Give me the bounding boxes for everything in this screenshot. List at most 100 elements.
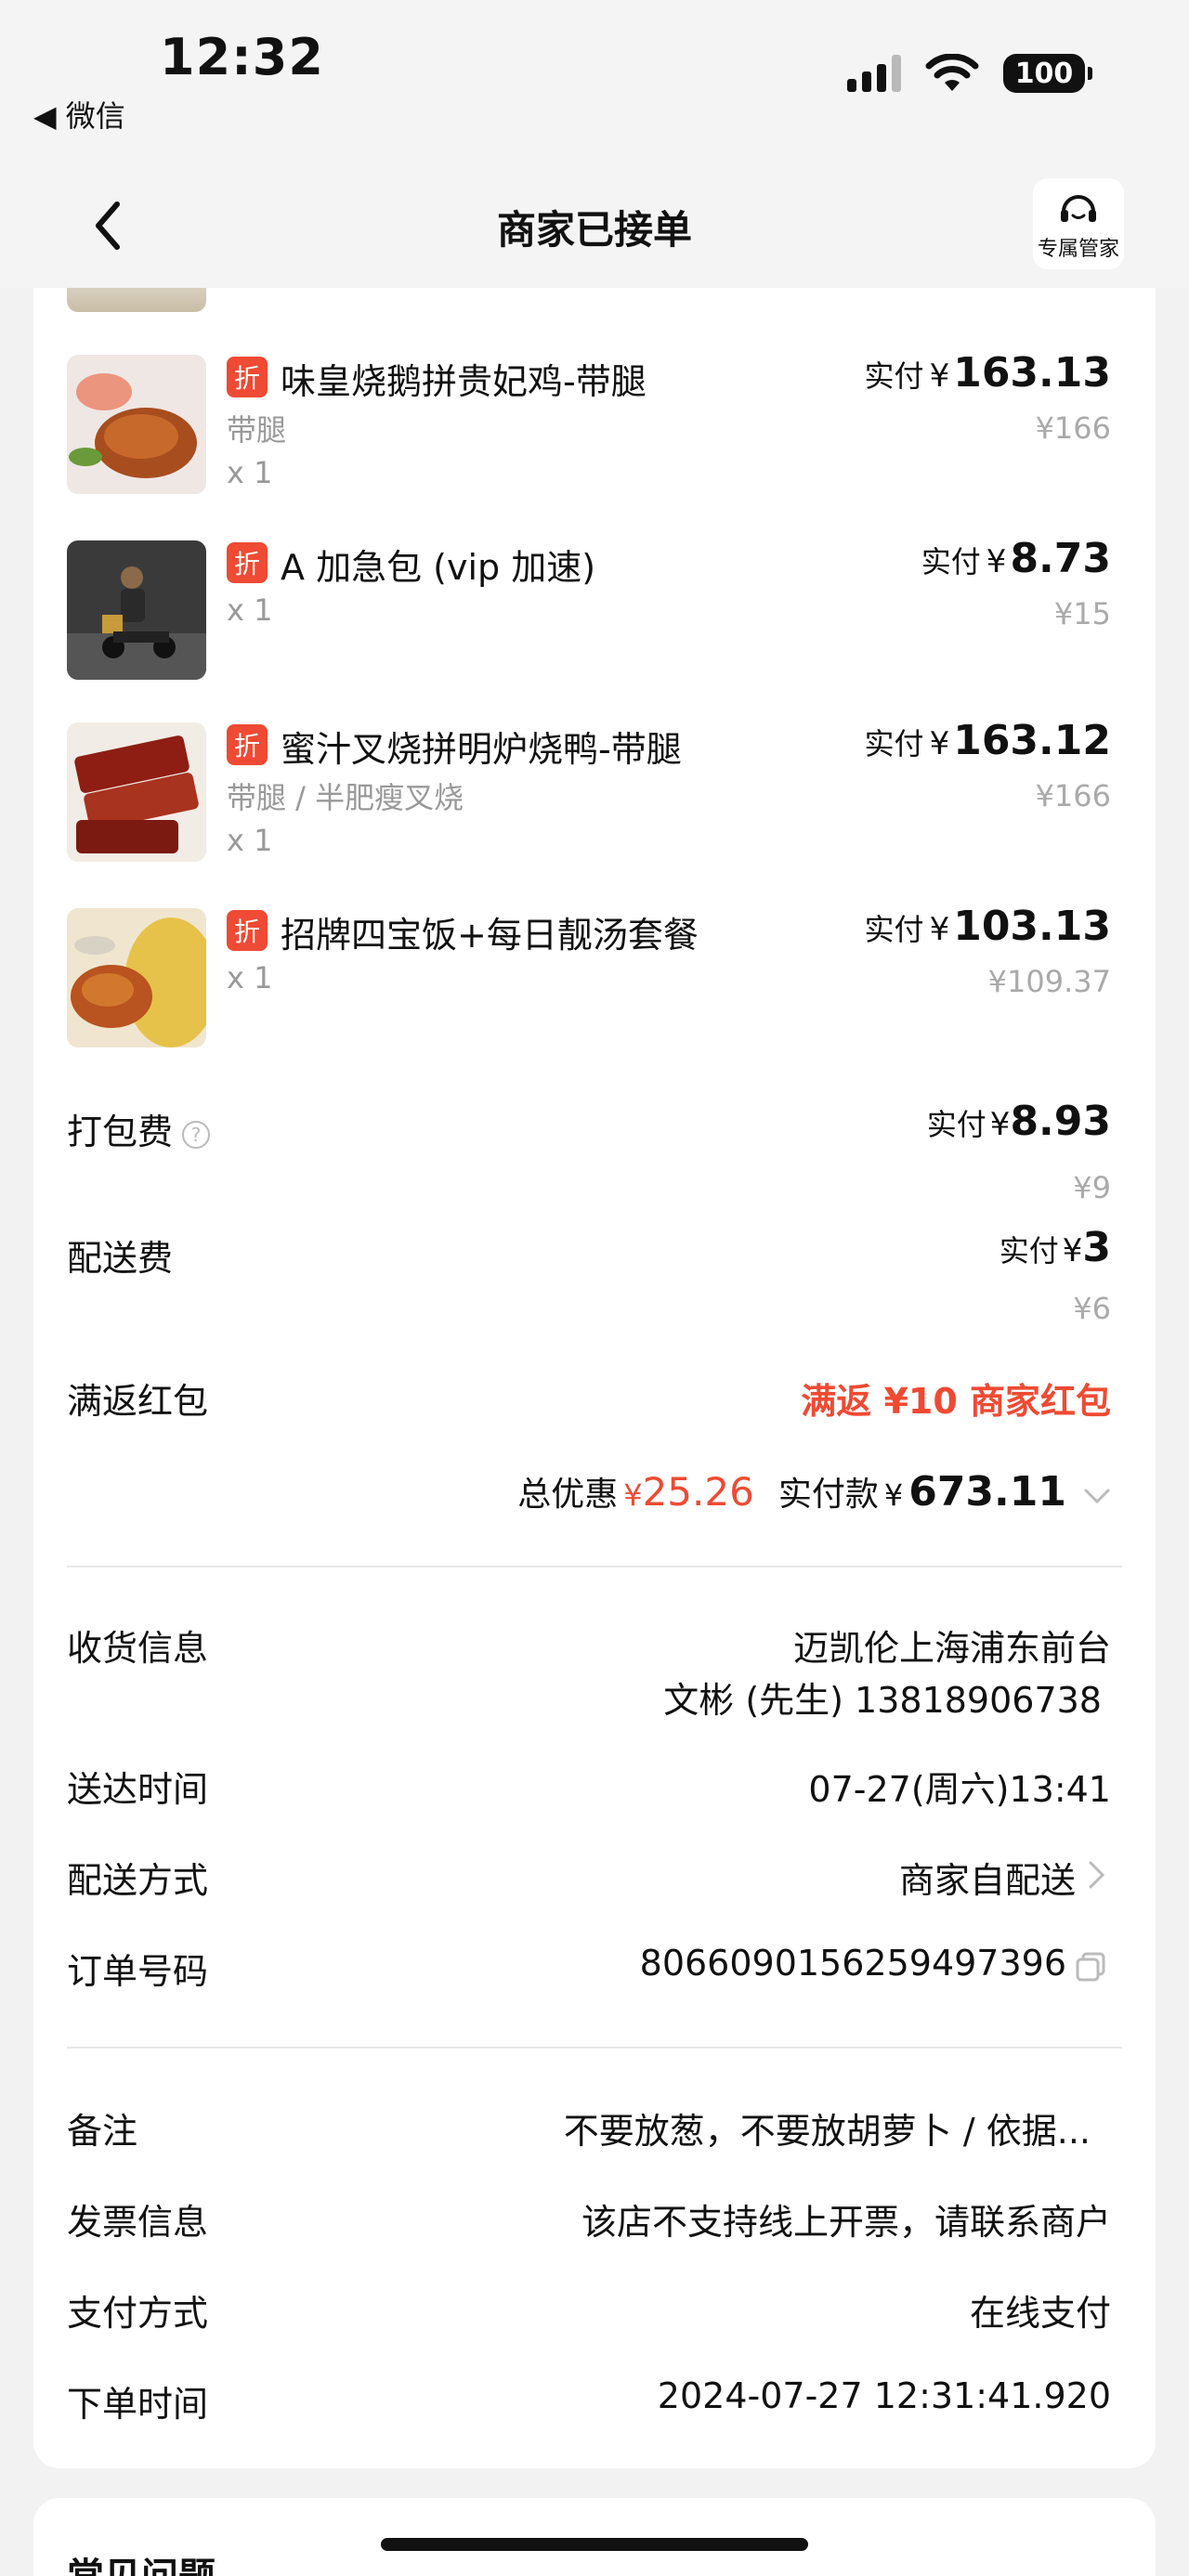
delivery-method-label: 配送方式 [67, 1860, 209, 1901]
delivery-fee-original: ¥6 [1073, 1291, 1111, 1326]
headset-icon [1061, 195, 1096, 222]
currency-symbol: ¥ [986, 543, 1007, 580]
order-time-label: 下单时间 [67, 2384, 209, 2425]
status-indicators: 100 [847, 54, 1092, 93]
packing-fee-original: ¥9 [1073, 1170, 1111, 1205]
item-paid-price: 实付 ¥163.12 [865, 717, 1111, 764]
battery-icon: 100 [1003, 54, 1092, 93]
delivery-time-value: 07-27(周六)13:41 [808, 1769, 1111, 1810]
packing-fee-paid: 实付 ¥8.93 [927, 1098, 1111, 1145]
paid-label: 实付 [926, 1107, 986, 1142]
paid-amount: 103.13 [953, 903, 1111, 950]
paid-label: 实付 [864, 912, 924, 947]
currency-symbol: ¥ [929, 725, 950, 762]
paid-label: 实付 [864, 358, 924, 394]
red-packet-label: 满返红包 [67, 1381, 209, 1422]
order-number-value: 8066090156259497396 [639, 1943, 1066, 1984]
address-line1: 迈凯伦上海浦东前台 [792, 1628, 1111, 1669]
paid-amount: 163.12 [953, 717, 1111, 764]
payment-method-value: 在线支付 [969, 2293, 1111, 2334]
paid-label: 实付 [999, 1233, 1059, 1268]
paid-label: 实付 [864, 726, 924, 761]
item-name: 味皇烧鹅拼贵妃鸡-带腿 [281, 361, 647, 402]
red-packet-value: 满返 ¥10 商家红包 [801, 1381, 1111, 1422]
invoice-value: 该店不支持线上开票，请联系商户 [581, 2202, 1111, 2243]
item-paid-price: 实付 ¥163.13 [865, 349, 1111, 397]
note-value: 不要放葱，不要放胡萝卜 / 依据... [563, 2111, 1091, 2152]
order-total-summary[interactable]: 总优惠 ¥ 25.26 实付款 ¥ 673.11 [517, 1467, 1111, 1516]
help-icon[interactable]: ? [182, 1120, 211, 1149]
nav-bar: 商家已接单 专属管家 [0, 167, 1189, 288]
home-indicator[interactable] [381, 2538, 808, 2551]
delivery-method-value: 商家自配送 [898, 1860, 1076, 1901]
packing-fee-label: 打包费? [67, 1103, 211, 1154]
previous-item-image [67, 288, 206, 312]
item-name: 招牌四宝饭+每日靓汤套餐 [281, 915, 699, 956]
total-paid-value: 673.11 [908, 1468, 1066, 1516]
delivery-time-label: 送达时间 [67, 1769, 209, 1810]
order-number-label: 订单号码 [67, 1951, 209, 1992]
total-discount-label: 总优惠 [517, 1476, 619, 1514]
chevron-right-icon[interactable] [1087, 1859, 1107, 1891]
back-to-wechat-link[interactable]: ◀ 微信 [33, 93, 125, 136]
note-label: 备注 [67, 2111, 138, 2152]
currency-symbol: ¥ [929, 358, 950, 395]
faq-card[interactable]: 常见问题 [33, 2498, 1156, 2576]
status-time: 12:32 [160, 28, 324, 86]
delivery-fee-label: 配送费 [67, 1238, 174, 1279]
item-spec: 带腿 / 半肥瘦叉烧 [227, 780, 464, 815]
item-image-delivery-rider [67, 540, 206, 680]
copy-icon[interactable] [1074, 1950, 1107, 1984]
item-image-roast-goose [67, 355, 206, 494]
item-name: 蜜汁叉烧拼明炉烧鸭-带腿 [281, 729, 682, 770]
discount-currency: ¥ [623, 1477, 643, 1513]
currency-symbol: ¥ [989, 1106, 1011, 1143]
paid-amount: 8.93 [1010, 1098, 1111, 1145]
divider [67, 1566, 1122, 1568]
item-original-price: ¥166 [1035, 778, 1111, 813]
page-title: 商家已接单 [496, 207, 692, 253]
packing-fee-text: 打包费 [67, 1112, 174, 1152]
paid-currency: ¥ [883, 1477, 904, 1513]
discount-badge: 折 [227, 910, 268, 951]
cellular-signal-icon [847, 55, 901, 92]
service-manager-button[interactable]: 专属管家 [1033, 178, 1124, 269]
item-original-price: ¥15 [1053, 596, 1111, 631]
item-paid-price: 实付 ¥103.13 [865, 903, 1111, 950]
wifi-icon [925, 54, 979, 91]
currency-symbol: ¥ [929, 911, 950, 948]
paid-amount: 3 [1082, 1224, 1111, 1271]
discount-badge: 折 [227, 542, 268, 583]
item-quantity: x 1 [227, 592, 273, 628]
item-original-price: ¥109.37 [987, 964, 1111, 999]
item-quantity: x 1 [227, 455, 273, 490]
item-original-price: ¥166 [1035, 410, 1111, 446]
currency-symbol: ¥ [1062, 1232, 1083, 1269]
discount-badge: 折 [227, 724, 268, 765]
total-paid-label: 实付款 [777, 1476, 879, 1514]
address-label: 收货信息 [67, 1628, 209, 1669]
chevron-down-icon[interactable] [1083, 1487, 1111, 1505]
faq-title: 常见问题 [67, 2546, 216, 2576]
divider [67, 2047, 1122, 2049]
payment-method-label: 支付方式 [67, 2293, 209, 2334]
invoice-label: 发票信息 [67, 2202, 209, 2243]
order-detail-card: 折 味皇烧鹅拼贵妃鸡-带腿 带腿 x 1 实付 ¥163.13 ¥166 折 A … [33, 288, 1156, 2468]
item-spec: 带腿 [227, 412, 287, 448]
item-image-rice-soup [67, 908, 206, 1047]
status-bar: 12:32 ◀ 微信 100 [0, 0, 1189, 167]
discount-badge: 折 [227, 357, 268, 397]
paid-amount: 8.73 [1010, 535, 1111, 582]
item-image-char-siu [67, 722, 206, 862]
item-name: A 加急包 (vip 加速) [281, 547, 596, 588]
service-manager-label: 专属管家 [1037, 238, 1119, 261]
paid-label: 实付 [921, 544, 981, 579]
item-quantity: x 1 [227, 960, 273, 995]
paid-amount: 163.13 [953, 349, 1111, 397]
address-line2: 文彬 (先生) 13818906738 [663, 1680, 1102, 1721]
item-paid-price: 实付 ¥8.73 [921, 535, 1111, 582]
item-quantity: x 1 [227, 823, 273, 858]
total-discount-value: 25.26 [642, 1469, 754, 1515]
delivery-fee-paid: 实付 ¥3 [1000, 1224, 1111, 1271]
order-time-value: 2024-07-27 12:31:41.920 [657, 2375, 1111, 2416]
